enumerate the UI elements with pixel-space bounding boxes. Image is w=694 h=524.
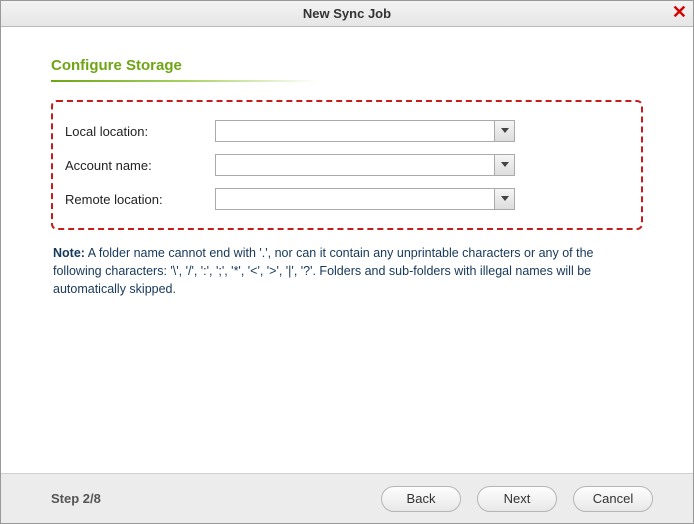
chevron-down-icon[interactable] [494, 121, 514, 141]
back-button[interactable]: Back [381, 486, 461, 512]
local-location-value[interactable] [216, 121, 494, 141]
cancel-button[interactable]: Cancel [573, 486, 653, 512]
label-remote-location: Remote location: [65, 192, 215, 207]
chevron-down-icon[interactable] [494, 155, 514, 175]
row-account-name: Account name: [53, 148, 641, 182]
highlight-box: Local location: Account name: [51, 100, 643, 230]
next-button[interactable]: Next [477, 486, 557, 512]
label-local-location: Local location: [65, 124, 215, 139]
section-title: Configure Storage [51, 57, 643, 74]
chevron-down-icon[interactable] [494, 189, 514, 209]
local-location-combo[interactable] [215, 120, 515, 142]
note-body: A folder name cannot end with '.', nor c… [53, 246, 594, 296]
section-underline [51, 80, 431, 82]
close-icon[interactable]: ✕ [672, 3, 687, 21]
note-prefix: Note: [53, 246, 85, 260]
content-area: Configure Storage Local location: Accoun… [1, 27, 693, 473]
titlebar: New Sync Job ✕ [1, 1, 693, 27]
step-indicator: Step 2/8 [51, 491, 365, 506]
remote-location-value[interactable] [216, 189, 494, 209]
account-name-combo[interactable] [215, 154, 515, 176]
row-remote-location: Remote location: [53, 182, 641, 216]
dialog-window: New Sync Job ✕ Configure Storage Local l… [0, 0, 694, 524]
label-account-name: Account name: [65, 158, 215, 173]
note-text: Note: A folder name cannot end with '.',… [51, 240, 643, 298]
footer-bar: Step 2/8 Back Next Cancel [1, 473, 693, 523]
account-name-value[interactable] [216, 155, 494, 175]
window-title: New Sync Job [303, 6, 391, 21]
remote-location-combo[interactable] [215, 188, 515, 210]
row-local-location: Local location: [53, 114, 641, 148]
